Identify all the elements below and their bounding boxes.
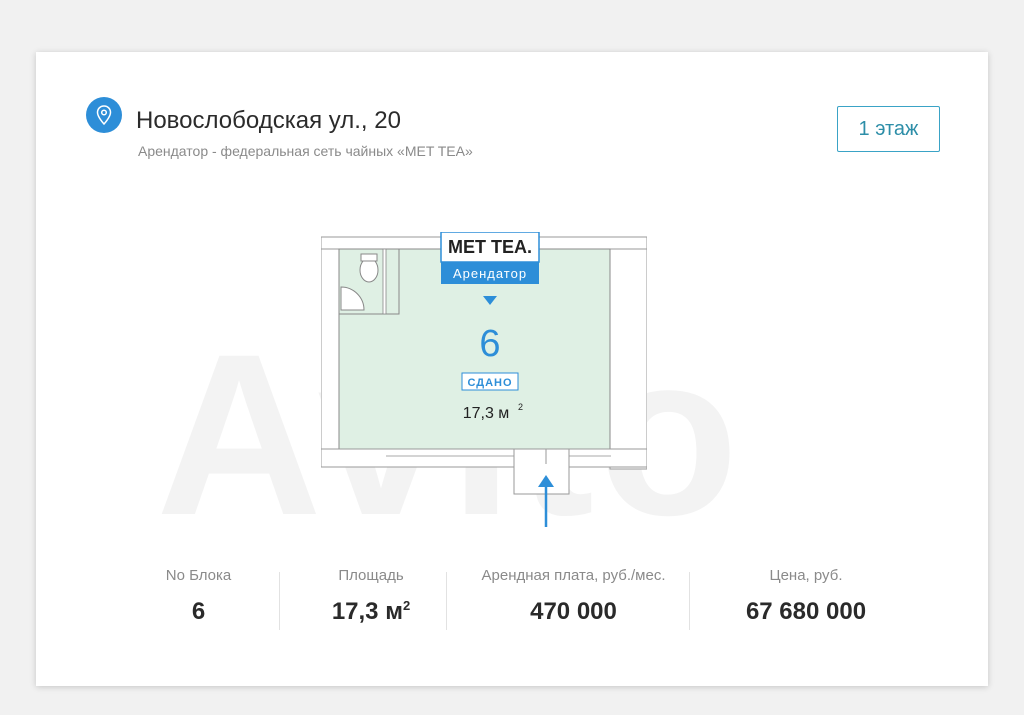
floor-plan: MET TEA. Арендатор 6 СДАНО 17,3 м 2: [321, 232, 647, 527]
brand-logo: MET TEA.: [448, 237, 532, 257]
stat-area-label: Площадь: [338, 567, 404, 584]
stat-rent: Арендная плата, руб./мес. 470 000: [456, 567, 691, 626]
stat-block-label: No Блока: [165, 567, 232, 584]
room-area: 17,3 м: [463, 405, 510, 422]
divider: [689, 572, 690, 630]
map-pin-icon: [86, 97, 122, 133]
tenant-subtitle: Арендатор - федеральная сеть чайных «MET…: [138, 143, 473, 159]
stat-area-value: 17,3 м2: [331, 598, 411, 625]
stat-block-value: 6: [191, 598, 206, 625]
stat-area: Площадь 17,3 м2: [296, 567, 446, 626]
stat-block: No Блока 6: [136, 567, 261, 626]
stat-price-value: 67 680 000: [745, 598, 867, 625]
address-title: Новослободская ул., 20: [136, 107, 401, 134]
divider: [446, 572, 447, 630]
stat-price-label: Цена, руб.: [769, 567, 843, 584]
room-area-exp: 2: [518, 402, 523, 412]
stat-rent-value: 470 000: [530, 598, 617, 625]
stat-rent-label: Арендная плата, руб./мес.: [481, 567, 666, 584]
status-badge: СДАНО: [467, 377, 512, 389]
listing-card: Avito Новослободская ул., 20 Арендатор -…: [36, 52, 988, 686]
floor-button[interactable]: 1 этаж: [837, 106, 940, 152]
tenant-tag: Арендатор: [453, 266, 527, 281]
stat-price: Цена, руб. 67 680 000: [706, 567, 906, 626]
stats-row: No Блока 6 Площадь 17,3 м2 Арендная плат…: [136, 567, 916, 637]
divider: [279, 572, 280, 630]
block-number: 6: [479, 323, 500, 365]
